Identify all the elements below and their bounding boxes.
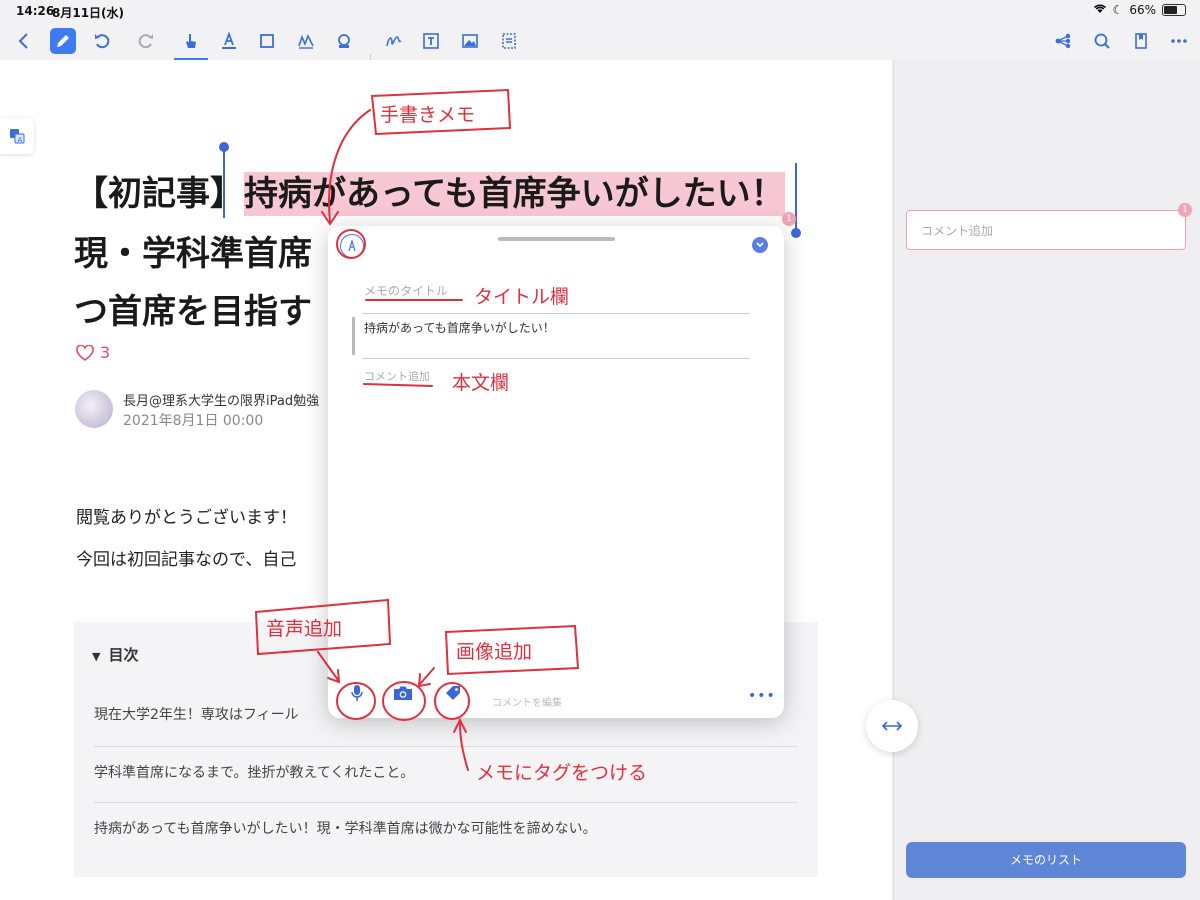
svg-text:A: A	[18, 136, 23, 144]
like-count: 3	[100, 343, 111, 362]
redo-icon[interactable]	[133, 28, 159, 54]
battery-icon	[1162, 4, 1186, 16]
status-date: 8月11日(水)	[52, 6, 125, 20]
annotation-title-field: タイトル欄	[474, 286, 570, 308]
comment-sidebar	[893, 60, 1200, 900]
image-icon[interactable]	[457, 28, 483, 54]
annotation-image-add: 画像追加	[456, 641, 533, 663]
heart-icon	[76, 344, 94, 361]
translate-icon[interactable]: A	[0, 118, 34, 154]
paragraph-1: 閲覧ありがとうございます！	[76, 508, 297, 528]
like-button[interactable]: 3	[76, 343, 110, 362]
stamp-icon[interactable]	[331, 28, 357, 54]
back-icon[interactable]	[11, 28, 37, 54]
chevron-down-icon[interactable]	[752, 237, 768, 253]
title-prefix: 【初記事】	[74, 174, 244, 214]
status-time: 14:26	[16, 4, 55, 18]
author-name[interactable]: 長月@理系大学生の限界iPad勉強	[123, 390, 319, 409]
share-icon[interactable]	[1050, 28, 1076, 54]
edit-comment-label[interactable]: コメントを編集	[492, 694, 562, 709]
status-right: ☾ 66%	[1093, 3, 1186, 17]
more-icon[interactable]	[1166, 28, 1192, 54]
memo-quote-text: 持病があっても首席争いがしたい！	[364, 321, 555, 335]
paragraph-2: 今回は初回記事なので、自己	[76, 550, 297, 570]
sign-icon[interactable]	[293, 28, 319, 54]
annotation-body-field: 本文欄	[452, 372, 510, 394]
quote-bar	[352, 317, 355, 355]
wifi-icon	[1093, 3, 1107, 17]
memo-title-field[interactable]: メモのタイトル	[364, 282, 448, 299]
triangle-down-icon: ▼	[92, 650, 101, 663]
text-highlight-icon[interactable]	[216, 28, 242, 54]
freehand-icon[interactable]	[381, 28, 407, 54]
annotation-handwritten-memo: 手書きメモ	[380, 104, 476, 126]
hand-icon[interactable]	[174, 28, 208, 60]
article-title-line1: 【初記事】持病があっても首席争いがしたい！	[74, 166, 785, 216]
undo-icon[interactable]	[89, 28, 115, 54]
textbox-icon[interactable]	[418, 28, 444, 54]
toc-heading[interactable]: ▼ 目次	[92, 644, 138, 665]
moon-icon: ☾	[1112, 3, 1124, 17]
expand-arrows-icon[interactable]	[866, 700, 918, 752]
selection-start-handle[interactable]	[223, 148, 225, 218]
title-highlight[interactable]: 持病があっても首席争いがしたい！	[244, 172, 785, 216]
microphone-icon[interactable]	[346, 682, 368, 704]
search-icon[interactable]	[1089, 28, 1115, 54]
divider	[94, 802, 798, 803]
avatar[interactable]	[75, 390, 113, 428]
article-title-line2: 現・学科準首席	[74, 234, 312, 274]
article-title-line3: つ首席を目指す	[74, 292, 312, 332]
memo-body-field[interactable]: コメント追加	[364, 368, 430, 384]
pen-icon[interactable]	[50, 28, 76, 54]
sidebar-comment-input[interactable]: コメント追加	[906, 210, 1186, 250]
handwriting-pen-icon[interactable]	[340, 234, 364, 258]
toc-item[interactable]: 持病があっても首席争いがしたい！現・学科準首席は微かな可能性を諦めない。	[94, 818, 798, 838]
toc-item[interactable]: 学科準首席になるまで。挫折が教えてくれたこと。	[94, 762, 798, 782]
toolbar	[0, 22, 1200, 74]
memo-list-button[interactable]: メモのリスト	[906, 842, 1186, 878]
camera-icon[interactable]	[392, 682, 414, 704]
selection-end-knob[interactable]	[791, 228, 801, 238]
sidebar-badge: 1	[1178, 203, 1192, 217]
post-date: 2021年8月1日 00:00	[123, 413, 264, 429]
popup-more-icon[interactable]: •••	[748, 688, 776, 704]
divider	[362, 313, 750, 314]
annotation-badge: 1	[782, 212, 796, 226]
annotation-tag-memo: メモにタグをつける	[476, 762, 648, 784]
annotation-audio-add: 音声追加	[266, 618, 343, 640]
scan-icon[interactable]	[496, 28, 522, 54]
tag-icon[interactable]	[442, 682, 464, 704]
divider	[94, 746, 798, 747]
sidebar-comment-placeholder: コメント追加	[921, 224, 994, 238]
divider	[362, 358, 750, 359]
bookmark-icon[interactable]	[1128, 28, 1154, 54]
drag-handle[interactable]	[498, 237, 615, 241]
status-bar: 14:26 8月11日(水) ☾ 66%	[0, 0, 1200, 22]
battery-percent: 66%	[1129, 3, 1156, 17]
rect-select-icon[interactable]	[254, 28, 280, 54]
